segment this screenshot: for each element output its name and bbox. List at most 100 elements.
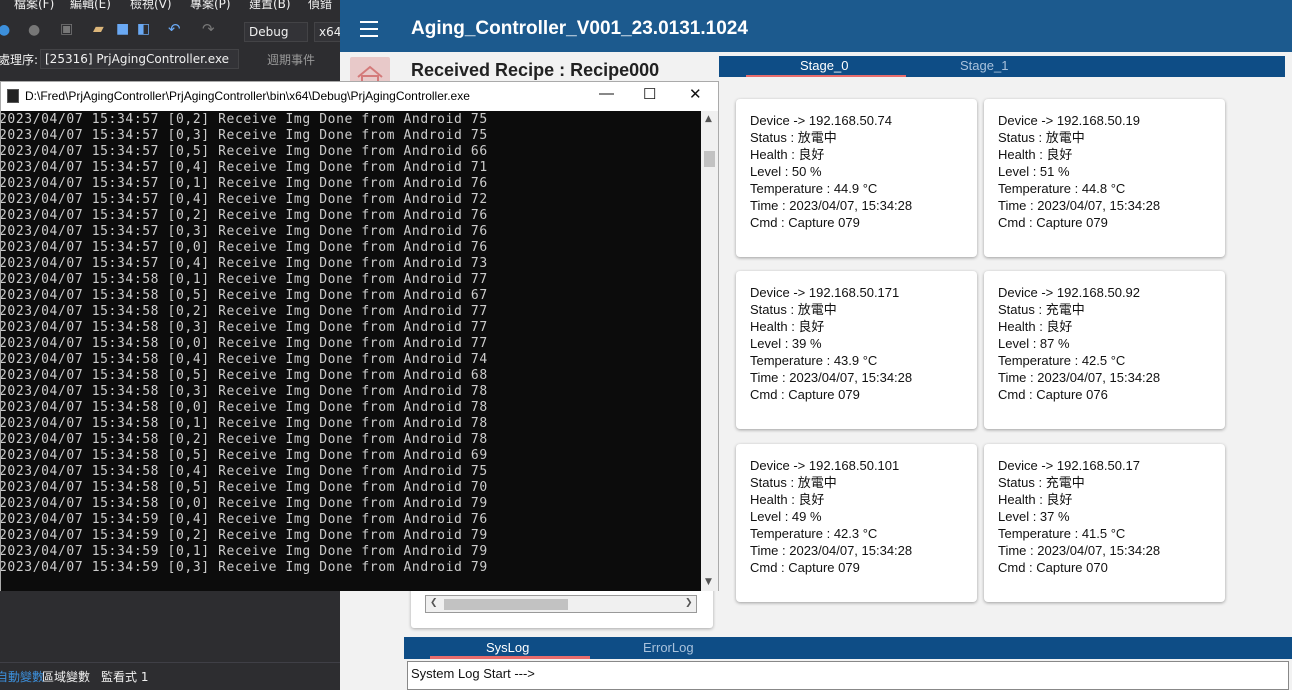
process-select[interactable]: [25316] PrjAgingController.exe [40,49,239,69]
scroll-down-icon[interactable]: ▼ [705,577,712,587]
open-folder-icon[interactable]: ▰ [93,21,104,37]
new-project-icon[interactable]: ▣ [60,21,73,37]
lifecycle-events-label[interactable]: 週期事件 [267,51,315,68]
device-temperature: Temperature : 42.3 °C [750,526,878,541]
tab-watch-1[interactable]: 監看式 1 [101,668,148,685]
vs-bottom-tabs: 自動變數 區域變數 監看式 1 [0,662,340,690]
device-time: Time : 2023/04/07, 15:34:28 [998,543,1161,558]
device-time: Time : 2023/04/07, 15:34:28 [998,370,1161,385]
menu-debug[interactable]: 偵錯(D) [308,0,340,10]
device-card[interactable]: Device -> 192.168.50.92 Status : 充電中 Hea… [984,271,1225,429]
console-title-bar[interactable]: D:\Fred\PrjAgingController\PrjAgingContr… [1,82,718,111]
scroll-up-icon[interactable]: ▲ [705,114,712,124]
device-card[interactable]: Device -> 192.168.50.74 Status : 放電中 Hea… [736,99,977,257]
console-line: 2023/04/07 15:34:57 [0,1] Receive Img Do… [1,176,488,191]
console-line: 2023/04/07 15:34:57 [0,2] Receive Img Do… [1,112,488,127]
device-card[interactable]: Device -> 192.168.50.17 Status : 充電中 Hea… [984,444,1225,602]
redo-icon[interactable]: ↷ [202,20,215,38]
device-ip: Device -> 192.168.50.19 [998,113,1141,128]
vertical-scrollbar[interactable]: ▲ ▼ [701,111,718,591]
device-temperature: Temperature : 43.9 °C [750,353,878,368]
console-line: 2023/04/07 15:34:57 [0,4] Receive Img Do… [1,160,488,175]
received-recipe-label: Received Recipe : Recipe000 [411,60,660,80]
tab-autos[interactable]: 自動變數 [0,668,44,685]
device-card[interactable]: Device -> 192.168.50.101 Status : 放電中 He… [736,444,977,602]
menu-file[interactable]: 檔案(F) [14,0,54,10]
back-icon[interactable]: ● [0,22,10,38]
device-status: Status : 放電中 [998,130,1085,145]
scrollbar-thumb[interactable] [704,151,715,167]
undo-icon[interactable]: ↶ [168,20,181,38]
console-line: 2023/04/07 15:34:58 [0,0] Receive Img Do… [1,336,488,351]
device-ip: Device -> 192.168.50.101 [750,458,900,473]
system-log-output[interactable]: System Log Start ---> [407,661,1289,690]
console-title: D:\Fred\PrjAgingController\PrjAgingContr… [25,89,470,103]
console-line: 2023/04/07 15:34:57 [0,4] Receive Img Do… [1,256,488,271]
close-icon[interactable]: ✕ [689,85,702,103]
menu-project[interactable]: 專案(P) [190,0,231,10]
tab-locals[interactable]: 區域變數 [42,668,90,685]
console-line: 2023/04/07 15:34:57 [0,3] Receive Img Do… [1,224,488,239]
console-line: 2023/04/07 15:34:58 [0,2] Receive Img Do… [1,304,488,319]
device-status: Status : 放電中 [750,130,837,145]
menu-edit[interactable]: 編輯(E) [70,0,111,10]
console-app-icon [7,89,19,103]
device-card[interactable]: Device -> 192.168.50.171 Status : 放電中 He… [736,271,977,429]
console-line: 2023/04/07 15:34:59 [0,4] Receive Img Do… [1,512,488,527]
device-card[interactable]: Device -> 192.168.50.19 Status : 放電中 Hea… [984,99,1225,257]
device-level: Level : 37 % [998,509,1070,524]
device-health: Health : 良好 [750,492,825,507]
tab-syslog[interactable]: SysLog [486,640,529,655]
device-cmd: Cmd : Capture 076 [998,387,1108,402]
console-line: 2023/04/07 15:34:58 [0,1] Receive Img Do… [1,416,488,431]
scroll-right-icon[interactable]: ❯ [685,598,693,608]
config-select[interactable]: Debug [244,22,308,42]
device-cmd: Cmd : Capture 079 [750,215,860,230]
device-status: Status : 放電中 [750,475,837,490]
device-health: Health : 良好 [998,319,1073,334]
console-line: 2023/04/07 15:34:59 [0,1] Receive Img Do… [1,544,488,559]
device-ip: Device -> 192.168.50.171 [750,285,900,300]
tab-errorlog[interactable]: ErrorLog [643,640,694,655]
console-line: 2023/04/07 15:34:57 [0,0] Receive Img Do… [1,240,488,255]
console-line: 2023/04/07 15:34:58 [0,5] Receive Img Do… [1,480,488,495]
maximize-icon[interactable]: ☐ [643,85,656,103]
log-tabs: SysLog ErrorLog [404,637,1292,659]
horizontal-scrollbar[interactable]: ❮ ❯ [425,595,697,613]
tab-stage-1[interactable]: Stage_1 [960,58,1008,73]
menu-view[interactable]: 檢視(V) [130,0,172,10]
device-status: Status : 充電中 [998,475,1085,490]
device-temperature: Temperature : 41.5 °C [998,526,1126,541]
vs-menu-bar: 檔案(F) 編輯(E) 檢視(V) 專案(P) 建置(B) 偵錯(D) [0,0,340,10]
device-level: Level : 39 % [750,336,822,351]
console-window: D:\Fred\PrjAgingController\PrjAgingContr… [0,81,719,591]
tab-stage-0[interactable]: Stage_0 [800,58,848,73]
device-status: Status : 充電中 [998,302,1085,317]
device-time: Time : 2023/04/07, 15:34:28 [750,370,913,385]
save-icon[interactable]: ■ [116,21,129,37]
console-line: 2023/04/07 15:34:58 [0,2] Receive Img Do… [1,432,488,447]
vs-process-bar: 處理序: [25316] PrjAgingController.exe 週期事件 [0,48,340,70]
scrollbar-thumb[interactable] [444,599,568,610]
console-line: 2023/04/07 15:34:58 [0,1] Receive Img Do… [1,272,488,287]
console-line: 2023/04/07 15:34:58 [0,4] Receive Img Do… [1,464,488,479]
save-all-icon[interactable]: ◧ [137,21,150,37]
device-health: Health : 良好 [998,492,1073,507]
menu-icon[interactable] [360,21,378,37]
console-line: 2023/04/07 15:34:57 [0,2] Receive Img Do… [1,208,488,223]
console-line: 2023/04/07 15:34:58 [0,4] Receive Img Do… [1,352,488,367]
console-line: 2023/04/07 15:34:58 [0,3] Receive Img Do… [1,384,488,399]
console-line: 2023/04/07 15:34:58 [0,5] Receive Img Do… [1,288,488,303]
minimize-icon[interactable]: — [599,85,614,102]
device-health: Health : 良好 [998,147,1073,162]
console-output[interactable]: 2023/04/07 15:34:57 [0,2] Receive Img Do… [1,111,701,591]
app-title: Aging_Controller_V001_23.0131.1024 [411,18,748,39]
menu-build[interactable]: 建置(B) [249,0,291,10]
forward-icon[interactable]: ● [28,22,40,38]
console-line: 2023/04/07 15:34:58 [0,0] Receive Img Do… [1,400,488,415]
device-level: Level : 49 % [750,509,822,524]
scroll-left-icon[interactable]: ❮ [430,598,438,608]
console-line: 2023/04/07 15:34:58 [0,3] Receive Img Do… [1,320,488,335]
active-tab-indicator [746,75,906,77]
console-lines: 2023/04/07 15:34:57 [0,2] Receive Img Do… [1,112,488,576]
